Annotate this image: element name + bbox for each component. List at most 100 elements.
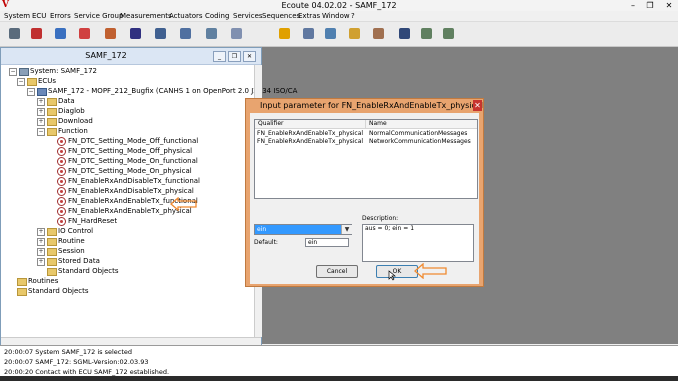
- menu-extras[interactable]: Extras: [298, 11, 320, 21]
- collapse-icon[interactable]: −: [37, 128, 45, 136]
- tree-item[interactable]: Routines: [7, 276, 253, 286]
- tree-item-label: IO Control: [58, 227, 94, 235]
- annotation-arrow-icon: [414, 263, 447, 279]
- car-data-icon[interactable]: [152, 25, 169, 42]
- stop-icon[interactable]: [76, 25, 93, 42]
- expand-icon[interactable]: +: [37, 258, 45, 266]
- menu-sequences[interactable]: Sequences: [262, 11, 300, 21]
- tree-item-label: FN_DTC_Setting_Mode_Off_physical: [68, 147, 193, 155]
- row-name[interactable]: NetworkCommunicationMessages: [369, 138, 471, 146]
- dialog-close-button[interactable]: ✕: [473, 100, 482, 111]
- tree-item[interactable]: − ECUs: [17, 76, 253, 86]
- menu-service-group[interactable]: Service Group: [74, 11, 123, 21]
- tree-item[interactable]: FN_DTC_Setting_Mode_Off_physical: [47, 146, 253, 156]
- tree-item[interactable]: FN_DTC_Setting_Mode_On_physical: [47, 166, 253, 176]
- tree-item-label: System: SAMF_172: [30, 67, 97, 75]
- menu-window[interactable]: Window: [322, 11, 350, 21]
- tree-horizontal-scrollbar[interactable]: [1, 337, 261, 345]
- menu-help[interactable]: ?: [351, 11, 355, 21]
- menu-coding[interactable]: Coding: [205, 11, 229, 21]
- sign-icon[interactable]: [102, 25, 119, 42]
- clipboard-icon[interactable]: [228, 25, 245, 42]
- tree-item[interactable]: + Data: [37, 96, 253, 106]
- menu-system[interactable]: System: [4, 11, 30, 21]
- collapse-icon[interactable]: −: [17, 78, 25, 86]
- expand-icon[interactable]: +: [37, 238, 45, 246]
- tree-restore-button[interactable]: ❐: [228, 51, 241, 62]
- menu-bar: System ECU Errors Service Group Measurem…: [0, 11, 678, 22]
- maximize-button[interactable]: ❐: [643, 1, 657, 10]
- tree-item[interactable]: − System: SAMF_172: [9, 66, 253, 76]
- book-icon[interactable]: [346, 25, 363, 42]
- row-name[interactable]: NormalCommunicationMessages: [369, 130, 467, 138]
- connect-icon[interactable]: [6, 25, 23, 42]
- ok-button[interactable]: OK: [376, 265, 418, 278]
- menu-actuators[interactable]: Actuators: [169, 11, 203, 21]
- tree-item[interactable]: FN_EnableRxAndEnableTx_physical: [47, 206, 253, 216]
- tree-item[interactable]: + Stored Data: [37, 256, 253, 266]
- tree-item[interactable]: Standard Objects: [7, 286, 253, 296]
- menu-services[interactable]: Services: [233, 11, 263, 21]
- value-combobox[interactable]: ein ▼: [254, 224, 352, 235]
- tree-item[interactable]: Standard Objects: [37, 266, 253, 276]
- monitor-icon[interactable]: [203, 25, 220, 42]
- expand-icon[interactable]: +: [37, 228, 45, 236]
- search-icon[interactable]: [396, 25, 413, 42]
- row-qualifier[interactable]: FN_EnableRxAndEnableTx_physical: [257, 138, 363, 146]
- tree-item[interactable]: + Download: [37, 116, 253, 126]
- tree-close-button[interactable]: ✕: [243, 51, 256, 62]
- tree-item[interactable]: FN_DTC_Setting_Mode_On_functional: [47, 156, 253, 166]
- flash-icon[interactable]: [276, 25, 293, 42]
- expand-icon[interactable]: +: [37, 248, 45, 256]
- tree-item[interactable]: + Routine: [37, 236, 253, 246]
- menu-measurements[interactable]: Measurements: [120, 11, 172, 21]
- tree-window-titlebar: SAMF_172 _ ❐ ✕: [1, 48, 261, 65]
- parameter-list[interactable]: Qualifier Name FN_EnableRxAndEnableTx_ph…: [254, 119, 478, 199]
- tree-item[interactable]: + Session: [37, 246, 253, 256]
- tree-item[interactable]: + IO Control: [37, 226, 253, 236]
- folder-icon: [47, 228, 57, 236]
- column-header-qualifier[interactable]: Qualifier: [255, 120, 366, 129]
- collapse-icon[interactable]: −: [27, 88, 35, 96]
- export-icon[interactable]: [418, 25, 435, 42]
- table-check-icon[interactable]: [322, 25, 339, 42]
- tree-item[interactable]: FN_EnableRxAndEnableTx_functional: [47, 196, 253, 206]
- tree-minimize-button[interactable]: _: [213, 51, 226, 62]
- expand-icon[interactable]: +: [37, 118, 45, 126]
- column-header-name[interactable]: Name: [366, 120, 477, 129]
- folder-icon: [47, 248, 57, 256]
- chevron-down-icon[interactable]: ▼: [341, 225, 352, 234]
- import-icon[interactable]: [440, 25, 457, 42]
- tree-item[interactable]: FN_EnableRxAndDisableTx_functional: [47, 176, 253, 186]
- tree-item[interactable]: − Function: [37, 126, 253, 136]
- car-icon[interactable]: [127, 25, 144, 42]
- tree-item[interactable]: + Diaglob: [37, 106, 253, 116]
- tree-item-label: FN_DTC_Setting_Mode_Off_functional: [68, 137, 199, 145]
- collapse-icon[interactable]: −: [9, 68, 17, 76]
- disconnect-icon[interactable]: [28, 25, 45, 42]
- close-button[interactable]: ✕: [662, 1, 676, 10]
- tree-item-label: FN_EnableRxAndDisableTx_functional: [68, 177, 200, 185]
- function-icon: [57, 187, 66, 196]
- tree-item[interactable]: − SAMF_172 - MOPF_212_Bugfix (CANHS 1 on …: [27, 86, 297, 96]
- folder-icon: [47, 258, 57, 266]
- settings-tree-icon[interactable]: [370, 25, 387, 42]
- row-qualifier[interactable]: FN_EnableRxAndEnableTx_physical: [257, 130, 363, 138]
- cancel-button[interactable]: Cancel: [316, 265, 358, 278]
- expand-icon[interactable]: +: [37, 98, 45, 106]
- check-icon[interactable]: [52, 25, 69, 42]
- minimize-button[interactable]: –: [626, 1, 640, 10]
- tree-item[interactable]: FN_DTC_Setting_Mode_Off_functional: [47, 136, 253, 146]
- tree-item-label: Stored Data: [58, 257, 100, 265]
- table-icon[interactable]: [300, 25, 317, 42]
- menu-errors[interactable]: Errors: [50, 11, 71, 21]
- tree-item-label: FN_DTC_Setting_Mode_On_functional: [68, 157, 198, 165]
- tree-item[interactable]: FN_HardReset: [47, 216, 253, 226]
- tree-item-label: Diaglob: [58, 107, 85, 115]
- expand-icon[interactable]: +: [37, 108, 45, 116]
- picture-icon[interactable]: [177, 25, 194, 42]
- default-label: Default:: [254, 239, 278, 246]
- menu-ecu[interactable]: ECU: [32, 11, 46, 21]
- tree-item-label: Session: [58, 247, 85, 255]
- tree-item[interactable]: FN_EnableRxAndDisableTx_physical: [47, 186, 253, 196]
